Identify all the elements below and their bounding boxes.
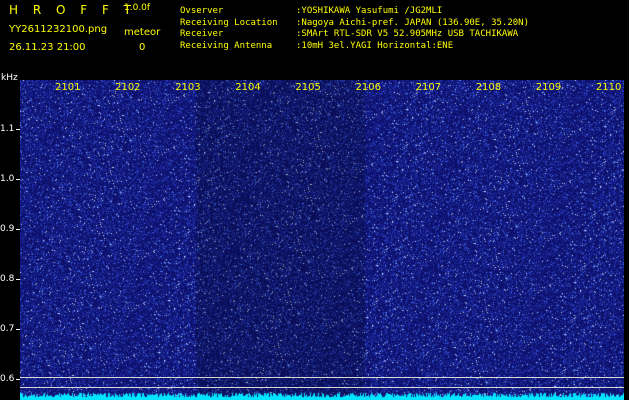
station-info: Ovserver :YOSHIKAWA Yasufumi /JG2MLI Rec… xyxy=(180,6,529,52)
hroft-window: H R O F F T 1.0.0f YY2611232100.png 26.1… xyxy=(0,0,629,400)
spectrogram-canvas xyxy=(20,80,624,400)
x-tick-label: 2102 xyxy=(115,82,141,93)
info-key: Receiving Antenna xyxy=(180,40,273,51)
header-left: H R O F F T 1.0.0f YY2611232100.png 26.1… xyxy=(0,0,175,80)
x-tick-label: 2101 xyxy=(55,82,81,93)
x-tick-label: 2110 xyxy=(595,82,622,93)
x-tick-label: 2103 xyxy=(175,82,201,93)
info-key: Receiving Location xyxy=(180,17,278,28)
info-row-location: Receiving Location :Nagoya Aichi-pref. J… xyxy=(180,18,529,30)
app-version: 1.0.0f xyxy=(124,3,151,13)
x-tick-label: 2106 xyxy=(355,82,381,93)
filename-label: YY2611232100.png xyxy=(9,24,108,35)
y-axis-unit: kHz xyxy=(1,73,18,83)
reference-line xyxy=(20,377,624,378)
y-tick-label: 0.7 xyxy=(0,324,15,334)
datetime-label: 26.11.23 21:00 xyxy=(9,42,86,53)
reference-line xyxy=(20,387,624,388)
meteor-label: meteor xyxy=(124,27,161,38)
info-value: :10mH 3el.YAGI Horizontal:ENE xyxy=(296,40,454,51)
meteor-count: 0 xyxy=(139,42,146,53)
info-value: :Nagoya Aichi-pref. JAPAN (136.90E, 35.2… xyxy=(296,17,529,28)
right-border xyxy=(624,80,629,400)
y-tick-label: 1.0 xyxy=(0,174,15,184)
y-tick-label: 1.1 xyxy=(0,124,15,134)
spectrogram: 2101 2102 2103 2104 2105 2106 2107 2108 2109 2110 xyxy=(20,80,624,400)
info-key: Ovserver xyxy=(180,6,224,16)
x-tick-label: 2107 xyxy=(415,82,442,93)
info-row-observer: Ovserver :YOSHIKAWA Yasufumi /JG2MLI xyxy=(180,6,529,18)
info-value: :YOSHIKAWA Yasufumi /JG2MLI xyxy=(296,6,443,16)
y-tick-label: 0.9 xyxy=(0,224,15,234)
info-row-receiver: Receiver :SMArt RTL-SDR V5 52.905MHz USB… xyxy=(180,29,529,41)
x-tick-label: 2109 xyxy=(535,82,562,93)
info-value: :SMArt RTL-SDR V5 52.905MHz USB TACHIKAW… xyxy=(296,29,519,39)
x-tick-label: 2105 xyxy=(295,82,321,93)
x-tick-label: 2108 xyxy=(475,82,502,93)
y-tick-label: 0.6 xyxy=(0,374,15,384)
info-key: Receiver xyxy=(180,29,224,39)
app-title: H R O F F T xyxy=(9,3,137,17)
info-row-antenna: Receiving Antenna :10mH 3el.YAGI Horizon… xyxy=(180,41,529,53)
x-tick-label: 2104 xyxy=(235,82,261,93)
y-tick-label: 0.8 xyxy=(0,274,15,284)
